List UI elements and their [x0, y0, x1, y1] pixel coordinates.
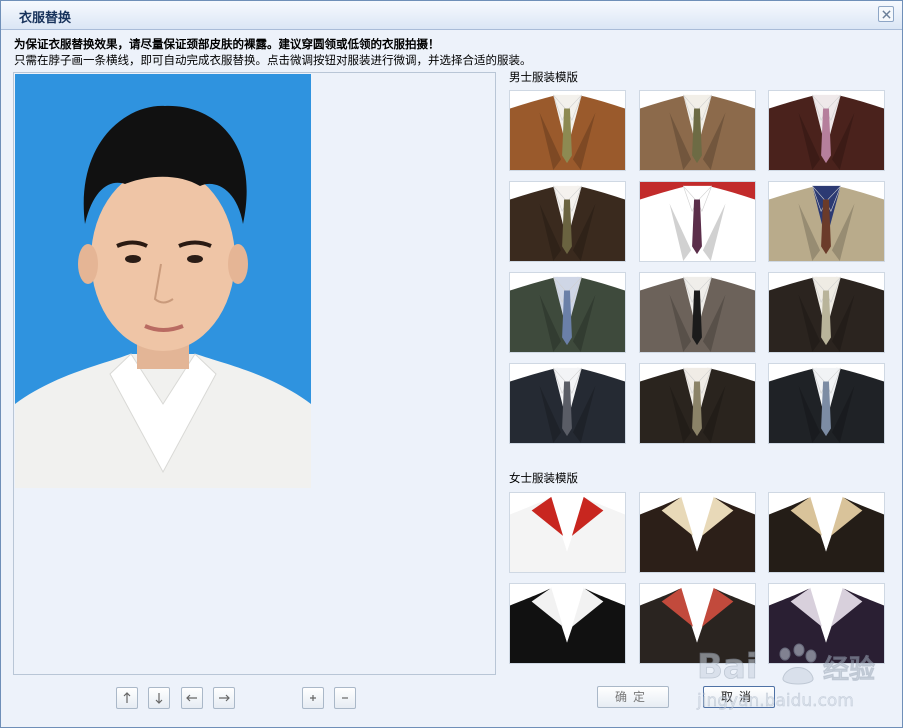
male-template-thumb[interactable]	[768, 90, 885, 171]
watermark-brand: Bai	[697, 647, 758, 687]
paw-icon	[779, 643, 817, 685]
watermark-suffix: 经验	[823, 654, 875, 685]
close-icon	[881, 9, 891, 19]
close-button[interactable]	[878, 6, 894, 22]
male-section-label: 男士服装模版	[509, 70, 578, 84]
watermark-url: jingyan.baidu.com	[696, 691, 854, 711]
move-up-button[interactable]	[116, 687, 138, 709]
male-template-thumb[interactable]	[509, 272, 626, 353]
move-down-button[interactable]	[148, 687, 170, 709]
minus-icon	[342, 697, 348, 699]
notice-text: 为保证衣服替换效果，请尽量保证颈部皮肤的裸露。建议穿圆领或低领的衣服拍摄！	[14, 37, 440, 51]
portrait-photo[interactable]	[15, 74, 311, 488]
male-template-thumb[interactable]	[639, 90, 756, 171]
title-bar[interactable]: 衣服替换	[1, 1, 902, 30]
male-template-thumb[interactable]	[509, 90, 626, 171]
male-template-thumb[interactable]	[639, 181, 756, 262]
male-template-thumb[interactable]	[768, 363, 885, 444]
photo-preview-area[interactable]	[13, 72, 496, 675]
female-template-thumb[interactable]	[639, 492, 756, 573]
zoom-out-button[interactable]	[334, 687, 356, 709]
male-template-thumb[interactable]	[768, 272, 885, 353]
plus-icon	[310, 695, 316, 701]
arrow-up-icon	[123, 692, 131, 703]
hint-text: 只需在脖子画一条横线，即可自动完成衣服替换。点击微调按钮对服装进行微调，并选择合…	[14, 53, 532, 67]
move-right-button[interactable]	[213, 687, 235, 709]
move-left-button[interactable]	[181, 687, 203, 709]
female-template-thumb[interactable]	[509, 492, 626, 573]
arrow-left-icon	[186, 694, 197, 702]
confirm-button[interactable]: 确定	[597, 686, 669, 708]
zoom-in-button[interactable]	[302, 687, 324, 709]
male-template-thumb[interactable]	[639, 272, 756, 353]
male-template-thumb[interactable]	[509, 363, 626, 444]
baidu-jingyan-watermark: Bai 经验 jingyan.baidu.com	[696, 643, 875, 711]
dialog-title: 衣服替换	[19, 11, 72, 26]
arrow-right-icon	[219, 694, 230, 702]
arrow-down-icon	[155, 693, 163, 704]
male-template-thumb[interactable]	[639, 363, 756, 444]
female-section-label: 女士服装模版	[509, 471, 578, 485]
clothes-replace-dialog: 衣服替换 为保证衣服替换效果，请尽量保证颈部皮肤的裸露。建议穿圆领或低领的衣服拍…	[0, 0, 903, 728]
male-template-thumb[interactable]	[509, 181, 626, 262]
female-template-thumb[interactable]	[768, 492, 885, 573]
male-template-thumb[interactable]	[768, 181, 885, 262]
female-template-thumb[interactable]	[509, 583, 626, 664]
